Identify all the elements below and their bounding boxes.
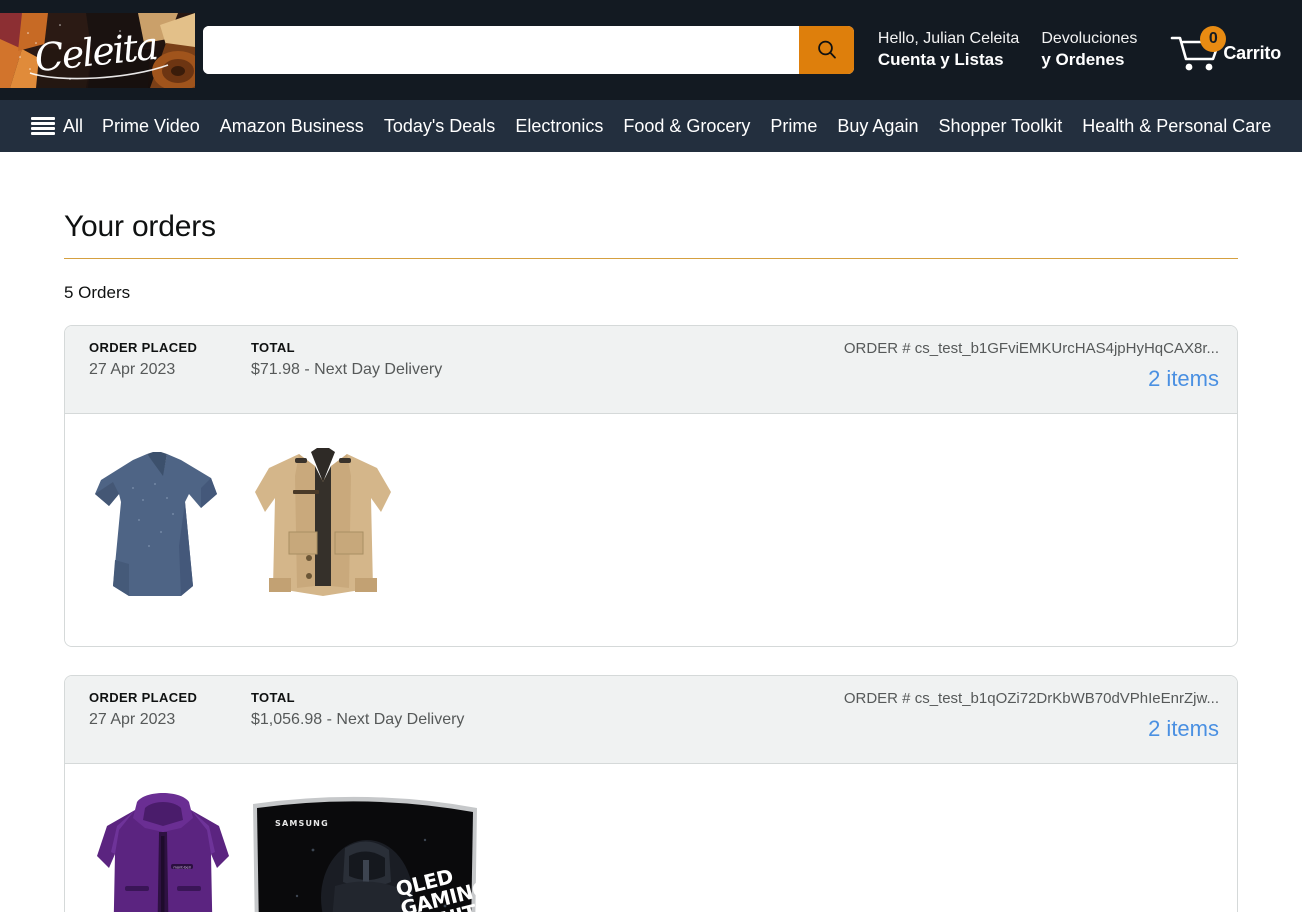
nav-item-shopper-toolkit[interactable]: Shopper Toolkit bbox=[928, 110, 1072, 143]
order-header: ORDER PLACED 27 Apr 2023 TOTAL $1,056.98… bbox=[65, 676, 1237, 764]
svg-text:mont-bell: mont-bell bbox=[173, 866, 190, 870]
order-total-label: TOTAL bbox=[251, 690, 295, 705]
hamburger-menu-icon bbox=[31, 117, 55, 135]
order-total-label: TOTAL bbox=[251, 340, 295, 355]
search-bar[interactable] bbox=[203, 26, 854, 74]
cart-icon-wrapper: 0 bbox=[1169, 26, 1227, 74]
nav-item-amazon-business[interactable]: Amazon Business bbox=[210, 110, 374, 143]
order-placed-label: ORDER PLACED bbox=[89, 340, 198, 355]
order-items-link[interactable]: 2 items bbox=[844, 716, 1219, 742]
order-number: ORDER # cs_test_b1qOZi72DrKbWB70dVPhIeEn… bbox=[843, 690, 1219, 707]
search-button[interactable] bbox=[799, 26, 854, 74]
orders-count: 5 Orders bbox=[64, 283, 131, 302]
site-logo[interactable]: Celeita bbox=[0, 12, 195, 88]
nav-all-label: All bbox=[63, 115, 84, 136]
order-items-link[interactable]: 2 items bbox=[844, 366, 1219, 392]
order-total-value: $71.98 - Next Day Delivery bbox=[251, 361, 443, 378]
logo-image: Celeita bbox=[0, 12, 195, 88]
page-title: Your orders bbox=[64, 152, 1238, 259]
cart-label: Carrito bbox=[1223, 43, 1281, 63]
order-card: ORDER PLACED 27 Apr 2023 TOTAL $71.98 - … bbox=[64, 325, 1238, 647]
order-total-column: TOTAL $1,056.98 - Next Day Delivery bbox=[251, 690, 844, 729]
nav-item-health-personal-care[interactable]: Health & Personal Care bbox=[1072, 110, 1281, 143]
nav-item-todays-deals[interactable]: Today's Deals bbox=[374, 110, 506, 143]
order-card: ORDER PLACED 27 Apr 2023 TOTAL $1,056.98… bbox=[64, 675, 1238, 912]
returns-label: Devoluciones bbox=[1041, 30, 1138, 48]
returns-and-orders[interactable]: Devoluciones y Ordenes bbox=[1030, 24, 1148, 75]
nav-all-menu[interactable]: All bbox=[28, 110, 92, 143]
search-input[interactable] bbox=[203, 26, 799, 74]
svg-text:SAMSUNG: SAMSUNG bbox=[275, 819, 329, 828]
product-thumbnail-navy-long-sleeve-shirt[interactable] bbox=[89, 436, 237, 614]
order-number: ORDER # cs_test_b1GFviEMKUrcHAS4jpHyHqCA… bbox=[843, 340, 1219, 357]
order-header: ORDER PLACED 27 Apr 2023 TOTAL $71.98 - … bbox=[65, 326, 1237, 414]
site-header: Celeita Hello, Julian Celeita Cuenta y L… bbox=[0, 0, 1302, 100]
order-total-value: $1,056.98 - Next Day Delivery bbox=[251, 711, 465, 728]
nav-item-prime-video[interactable]: Prime Video bbox=[92, 110, 210, 143]
order-id-column: ORDER # cs_test_b1qOZi72DrKbWB70dVPhIeEn… bbox=[844, 690, 1219, 742]
order-products: mont-bell SAMSUNG QLED GAMING bbox=[65, 764, 1237, 912]
header-right-group: Hello, Julian Celeita Cuenta y Listas De… bbox=[867, 21, 1290, 79]
nav-item-prime[interactable]: Prime bbox=[760, 110, 827, 143]
cart-button[interactable]: 0 Carrito bbox=[1160, 21, 1290, 79]
nav-item-food-grocery[interactable]: Food & Grocery bbox=[613, 110, 760, 143]
order-id-column: ORDER # cs_test_b1GFviEMKUrcHAS4jpHyHqCA… bbox=[844, 340, 1219, 392]
orders-page: Your orders 5 Orders ORDER PLACED 27 Apr… bbox=[0, 152, 1302, 912]
order-total-column: TOTAL $71.98 - Next Day Delivery bbox=[251, 340, 844, 379]
order-products bbox=[65, 414, 1237, 646]
order-placed-value: 27 Apr 2023 bbox=[89, 361, 176, 378]
product-thumbnail-samsung-qled-gaming-monitor[interactable]: SAMSUNG QLED GAMING MONITOR bbox=[249, 786, 479, 912]
search-icon bbox=[817, 40, 836, 59]
order-placed-value: 27 Apr 2023 bbox=[89, 711, 176, 728]
primary-nav: All Prime Video Amazon Business Today's … bbox=[0, 100, 1302, 152]
product-thumbnail-khaki-jacket[interactable] bbox=[249, 436, 397, 614]
nav-item-buy-again[interactable]: Buy Again bbox=[827, 110, 928, 143]
account-lists-label: Cuenta y Listas bbox=[877, 50, 1004, 70]
order-placed-column: ORDER PLACED 27 Apr 2023 bbox=[89, 690, 251, 729]
nav-item-electronics[interactable]: Electronics bbox=[505, 110, 613, 143]
order-placed-column: ORDER PLACED 27 Apr 2023 bbox=[89, 340, 251, 379]
orders-label: y Ordenes bbox=[1041, 50, 1125, 70]
product-thumbnail-purple-hooded-jacket[interactable]: mont-bell bbox=[89, 786, 237, 912]
account-and-lists[interactable]: Hello, Julian Celeita Cuenta y Listas bbox=[867, 24, 1030, 75]
account-greeting: Hello, Julian Celeita bbox=[877, 30, 1020, 48]
order-placed-label: ORDER PLACED bbox=[89, 690, 198, 705]
